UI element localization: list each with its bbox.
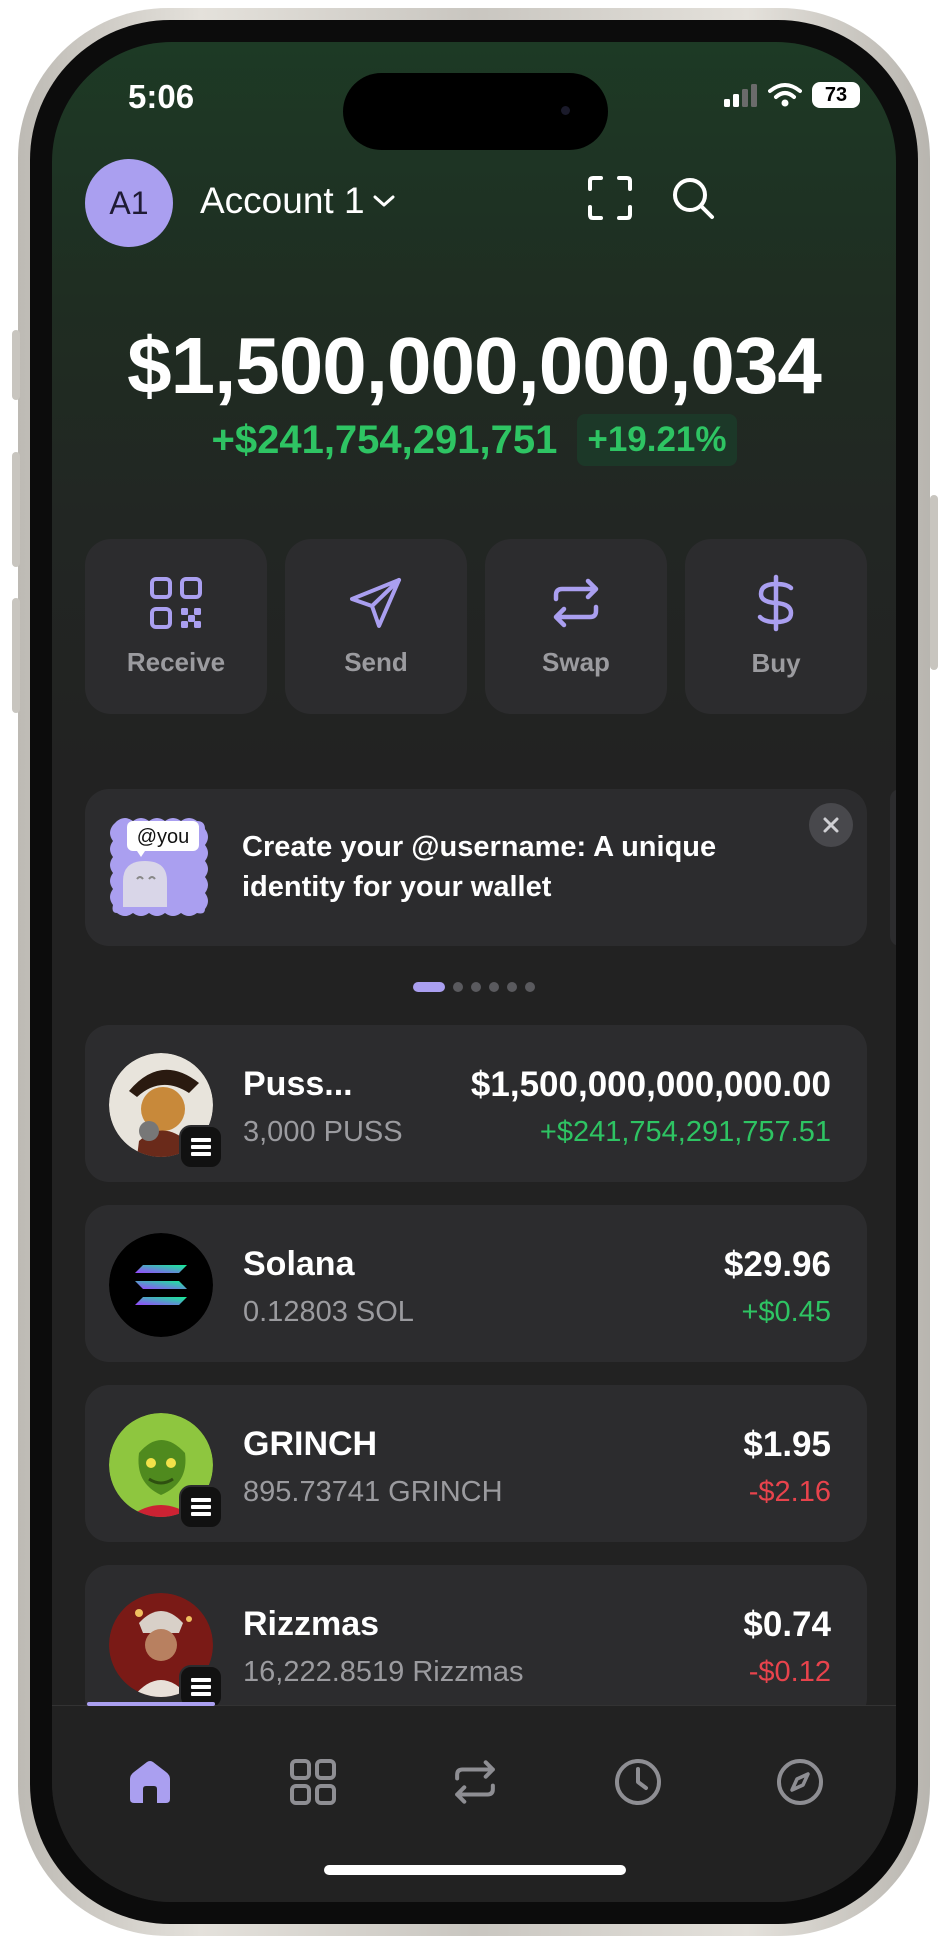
total-balance: $1,500,000,000,034 bbox=[127, 321, 822, 410]
account-name: Account 1 bbox=[200, 180, 365, 221]
token-change: +$241,754,291,757.51 bbox=[539, 1116, 831, 1148]
token-name: GRINCH bbox=[243, 1425, 378, 1463]
token-name: Rizzmas bbox=[243, 1605, 380, 1643]
receive-button[interactable]: Receive bbox=[85, 539, 267, 714]
carousel-dot[interactable] bbox=[471, 982, 481, 992]
tab-activity[interactable] bbox=[602, 1746, 674, 1818]
quick-actions: Receive Send Swap Buy bbox=[85, 539, 867, 714]
carousel-dot[interactable] bbox=[525, 982, 535, 992]
signal-icon bbox=[724, 84, 757, 107]
token-amount: 0.12803 SOL bbox=[243, 1296, 414, 1328]
balance-change: +$241,754,291,751 +19.21% bbox=[52, 414, 896, 466]
token-amount: 16,222.8519 Rizzmas bbox=[243, 1656, 524, 1688]
change-amount: +$241,754,291,751 bbox=[211, 417, 558, 462]
wifi-icon bbox=[768, 83, 802, 107]
token-value: $1,500,000,000,000.00 bbox=[470, 1065, 831, 1104]
token-change: +$0.45 bbox=[741, 1296, 831, 1328]
home-icon bbox=[130, 1761, 170, 1803]
banner-line-1: Create your @username: A unique bbox=[242, 831, 717, 863]
token-change: -$0.12 bbox=[748, 1656, 831, 1688]
solana-badge-icon bbox=[191, 1498, 211, 1516]
qr-code-icon bbox=[150, 577, 202, 629]
app-screen: 5:06 73 A1 Account 1 $1,500,000,000,034 … bbox=[52, 42, 896, 1902]
change-percent-badge: +19.21% bbox=[577, 414, 737, 466]
chevron-down-icon bbox=[373, 195, 395, 207]
tab-home[interactable] bbox=[114, 1746, 186, 1818]
scan-button[interactable] bbox=[582, 170, 638, 226]
solana-token-icon bbox=[109, 1233, 213, 1337]
account-selector[interactable]: Account 1 bbox=[200, 180, 397, 222]
clock-icon bbox=[615, 1759, 661, 1805]
volume-down-button bbox=[12, 598, 20, 713]
username-ghost-icon: @you bbox=[110, 818, 208, 916]
tab-collectibles[interactable] bbox=[277, 1746, 349, 1818]
buy-label: Buy bbox=[751, 648, 801, 678]
solana-badge-icon bbox=[191, 1678, 211, 1696]
status-time: 5:06 bbox=[128, 78, 195, 115]
solana-badge-icon bbox=[191, 1138, 211, 1156]
swap-button[interactable]: Swap bbox=[485, 539, 667, 714]
solana-chain-badge bbox=[179, 1125, 223, 1169]
carousel-dot[interactable] bbox=[453, 982, 463, 992]
token-row-grinch[interactable]: GRINCH 895.73741 GRINCH $1.95 -$2.16 bbox=[85, 1385, 867, 1542]
volume-up-button bbox=[12, 452, 20, 567]
dynamic-island bbox=[343, 73, 608, 150]
status-icons: 73 bbox=[724, 82, 860, 108]
carousel-dot[interactable] bbox=[489, 982, 499, 992]
carousel-dot[interactable] bbox=[413, 982, 445, 992]
power-button bbox=[930, 495, 938, 670]
token-amount: 895.73741 GRINCH bbox=[243, 1476, 503, 1508]
carousel-dot[interactable] bbox=[507, 982, 517, 992]
token-amount: 3,000 PUSS bbox=[243, 1116, 403, 1148]
username-promo-banner[interactable]: @you Create your @username: A unique ide… bbox=[85, 789, 867, 946]
compass-icon bbox=[777, 1759, 823, 1805]
token-name: Puss... bbox=[243, 1065, 353, 1103]
solana-chain-badge bbox=[179, 1485, 223, 1529]
banner-close-button[interactable] bbox=[809, 803, 853, 847]
tab-swap[interactable] bbox=[439, 1746, 511, 1818]
token-value: $0.74 bbox=[743, 1605, 831, 1644]
grid-icon bbox=[290, 1759, 336, 1805]
buy-button[interactable]: Buy bbox=[685, 539, 867, 714]
home-indicator[interactable] bbox=[324, 1865, 626, 1875]
send-icon bbox=[350, 578, 401, 628]
token-name: Solana bbox=[243, 1245, 355, 1283]
token-change: -$2.16 bbox=[748, 1476, 831, 1508]
token-row-solana[interactable]: Solana 0.12803 SOL $29.96 +$0.45 bbox=[85, 1205, 867, 1362]
carousel-dots bbox=[52, 982, 896, 992]
battery-icon: 73 bbox=[812, 82, 860, 108]
token-value: $29.96 bbox=[723, 1245, 831, 1284]
swap-label: Swap bbox=[542, 647, 610, 677]
token-row-rizzmas[interactable]: Rizzmas 16,222.8519 Rizzmas $0.74 -$0.12 bbox=[85, 1565, 867, 1722]
username-badge-text: @you bbox=[137, 826, 190, 848]
send-button[interactable]: Send bbox=[285, 539, 467, 714]
tab-explore[interactable] bbox=[764, 1746, 836, 1818]
active-tab-indicator bbox=[87, 1702, 215, 1706]
next-banner-peek[interactable] bbox=[890, 789, 896, 946]
close-icon bbox=[823, 817, 839, 833]
send-label: Send bbox=[344, 647, 408, 677]
receive-label: Receive bbox=[126, 647, 226, 677]
search-icon bbox=[673, 178, 714, 219]
token-value: $1.95 bbox=[743, 1425, 831, 1464]
swap-icon bbox=[553, 578, 599, 628]
banner-line-2: identity for your wallet bbox=[242, 871, 552, 903]
swap-icon bbox=[455, 1760, 495, 1804]
action-button bbox=[12, 330, 20, 400]
search-button[interactable] bbox=[665, 170, 721, 226]
banner-text: Create your @username: A unique identity… bbox=[242, 827, 802, 907]
token-row-puss[interactable]: Puss... 3,000 PUSS $1,500,000,000,000.00… bbox=[85, 1025, 867, 1182]
account-avatar[interactable]: A1 bbox=[85, 159, 173, 247]
scan-icon bbox=[588, 176, 632, 220]
dollar-icon bbox=[757, 574, 794, 632]
